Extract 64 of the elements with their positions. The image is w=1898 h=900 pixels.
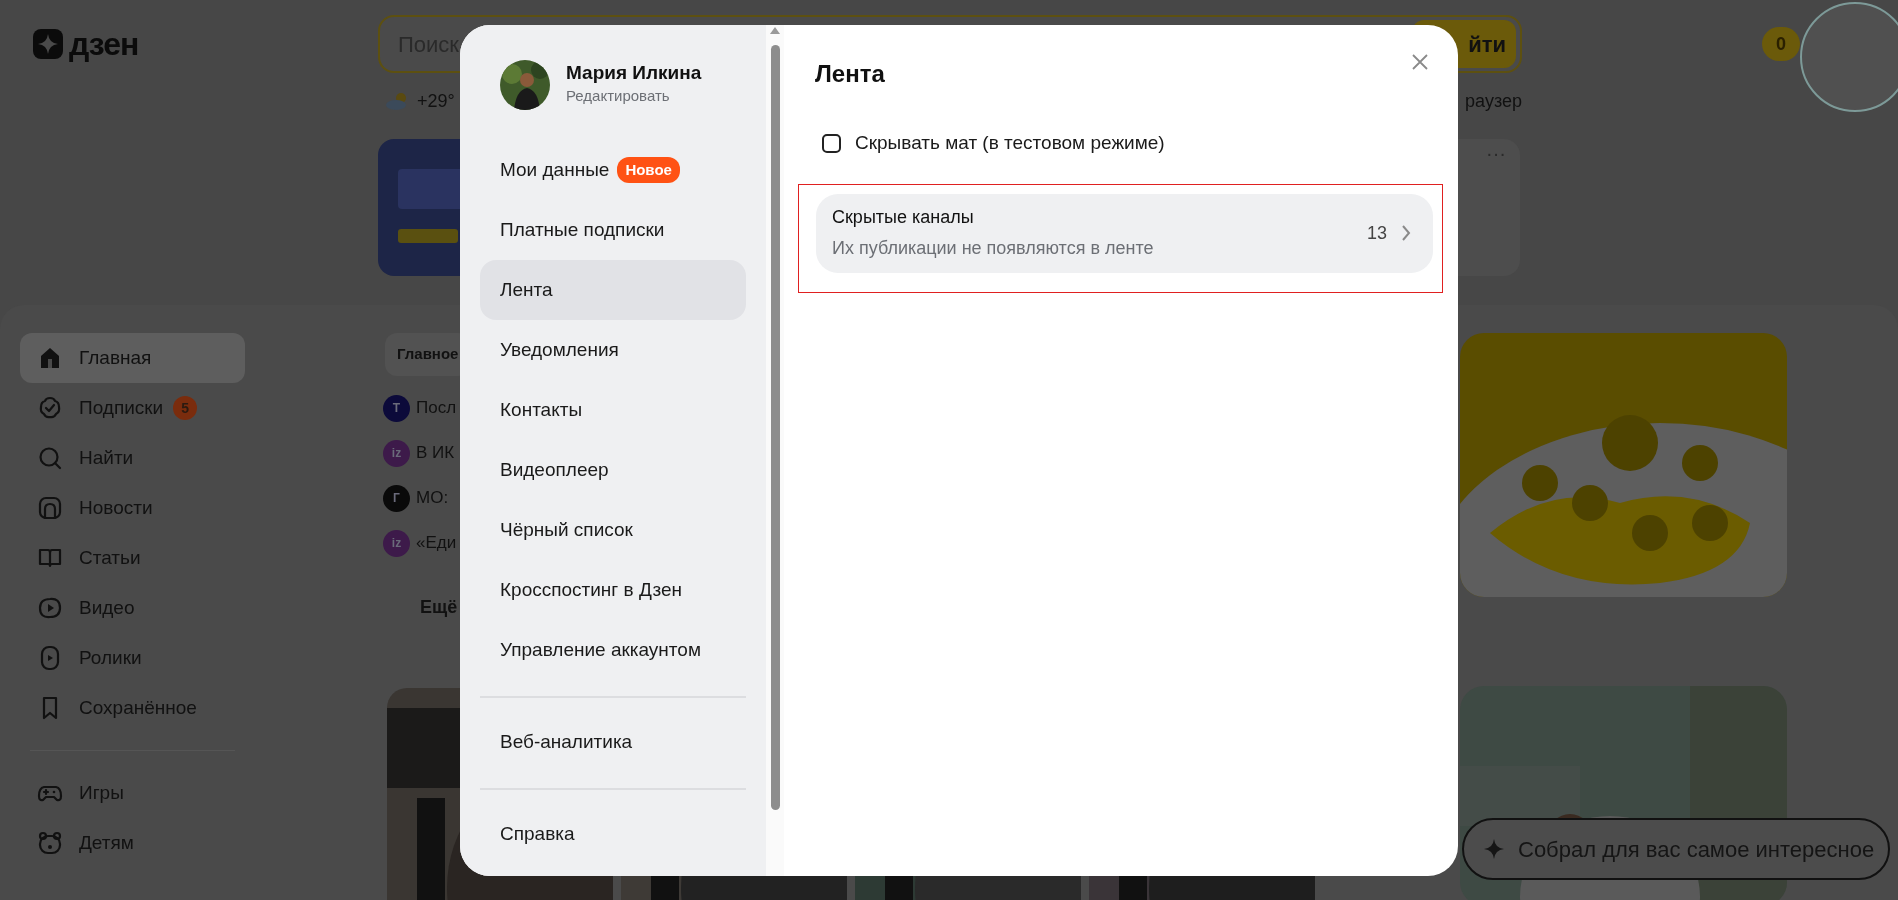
- news-headline[interactable]: МО:: [416, 485, 449, 511]
- sidebar-item[interactable]: Статьи: [20, 533, 245, 583]
- sidebar-item[interactable]: Сохранённое: [20, 683, 245, 733]
- check-badge-icon: [37, 395, 63, 421]
- menu-item[interactable]: Мои данные Новое: [480, 140, 746, 200]
- menu-item[interactable]: Видеоплеер: [480, 440, 746, 500]
- sidebar-item[interactable]: Подписки 5: [20, 383, 245, 433]
- menu-item[interactable]: Кросспостинг в Дзен: [480, 560, 746, 620]
- logo[interactable]: дзен: [69, 20, 139, 68]
- section-title: Лента: [815, 59, 886, 89]
- sidebar-item[interactable]: Найти: [20, 433, 245, 483]
- user-name[interactable]: Мария Илкина: [566, 62, 702, 86]
- sidebar-label: Новости: [79, 495, 153, 520]
- sidebar-item[interactable]: Главная: [20, 333, 245, 383]
- assistant-banner[interactable]: Собрал для вас самое интересное: [1462, 818, 1890, 880]
- source-logo: iz: [383, 529, 410, 557]
- sidebar-label: Видео: [79, 595, 135, 620]
- scrollbar[interactable]: [766, 25, 784, 876]
- row-subtitle: Их публикации не появляются в ленте: [832, 237, 1154, 261]
- menu-item[interactable]: Уведомления: [480, 320, 746, 380]
- menu-item[interactable]: Контакты: [480, 380, 746, 440]
- hidden-channels-row[interactable]: Скрытые каналы Их публикации не появляются в ленте 13: [816, 193, 1433, 273]
- play-icon: [37, 595, 63, 621]
- sidebar-label: Найти: [79, 445, 134, 470]
- sidebar-item[interactable]: Видео: [20, 583, 245, 633]
- chevron-icon: [1401, 224, 1411, 243]
- news-headline[interactable]: Посл: [416, 395, 457, 421]
- menu-item[interactable]: Веб-аналитика: [480, 712, 746, 772]
- sidebar-label: Сохранённое: [79, 695, 197, 720]
- sidebar-label: Детям: [79, 830, 134, 855]
- sidebar-item[interactable]: Игры: [20, 768, 245, 818]
- assistant-text: Собрал для вас самое интересное: [1518, 835, 1875, 864]
- menu-item[interactable]: Платные подписки: [480, 200, 746, 260]
- bear-icon: [37, 830, 63, 856]
- source-logo: iz: [383, 439, 410, 467]
- menu-label: Мои данные: [500, 157, 610, 182]
- menu-item[interactable]: Чёрный список: [480, 500, 746, 560]
- sidebar-label: Статьи: [79, 545, 141, 570]
- count-badge: 5: [173, 396, 198, 420]
- sidebar-item[interactable]: Новости: [20, 483, 245, 533]
- row-title: Скрытые каналы: [832, 206, 975, 230]
- checkbox-label: Скрывать мат (в тестовом режиме): [855, 131, 1165, 156]
- source-logo: T: [383, 394, 410, 422]
- menu-item[interactable]: Лента: [480, 260, 746, 320]
- sidebar-label: Подписки: [79, 395, 164, 420]
- sidebar-item[interactable]: Детям: [20, 818, 245, 868]
- source-logo: Г: [383, 484, 410, 512]
- coins-badge[interactable]: 0: [1762, 27, 1800, 61]
- sidebar-label: Ролики: [79, 645, 142, 670]
- sidebar-label: Главная: [79, 345, 152, 370]
- more-button[interactable]: ···: [1486, 143, 1506, 163]
- news-headline[interactable]: В ИК: [416, 440, 455, 466]
- newspaper-icon: [37, 495, 63, 521]
- menu-item[interactable]: Управление аккаунтом: [480, 620, 746, 680]
- count-label: 13: [1366, 221, 1387, 245]
- search-icon: [37, 445, 63, 471]
- checkbox[interactable]: [822, 133, 841, 153]
- menu-item[interactable]: Справка: [480, 804, 746, 864]
- news-headline[interactable]: «Еди: [416, 530, 457, 556]
- sidebar-label: Игры: [79, 780, 124, 805]
- new-badge: Новое: [617, 156, 680, 184]
- logo-icon: [33, 29, 63, 59]
- edit-profile-link[interactable]: Редактировать: [566, 85, 702, 108]
- sidebar-item[interactable]: Ролики: [20, 633, 245, 683]
